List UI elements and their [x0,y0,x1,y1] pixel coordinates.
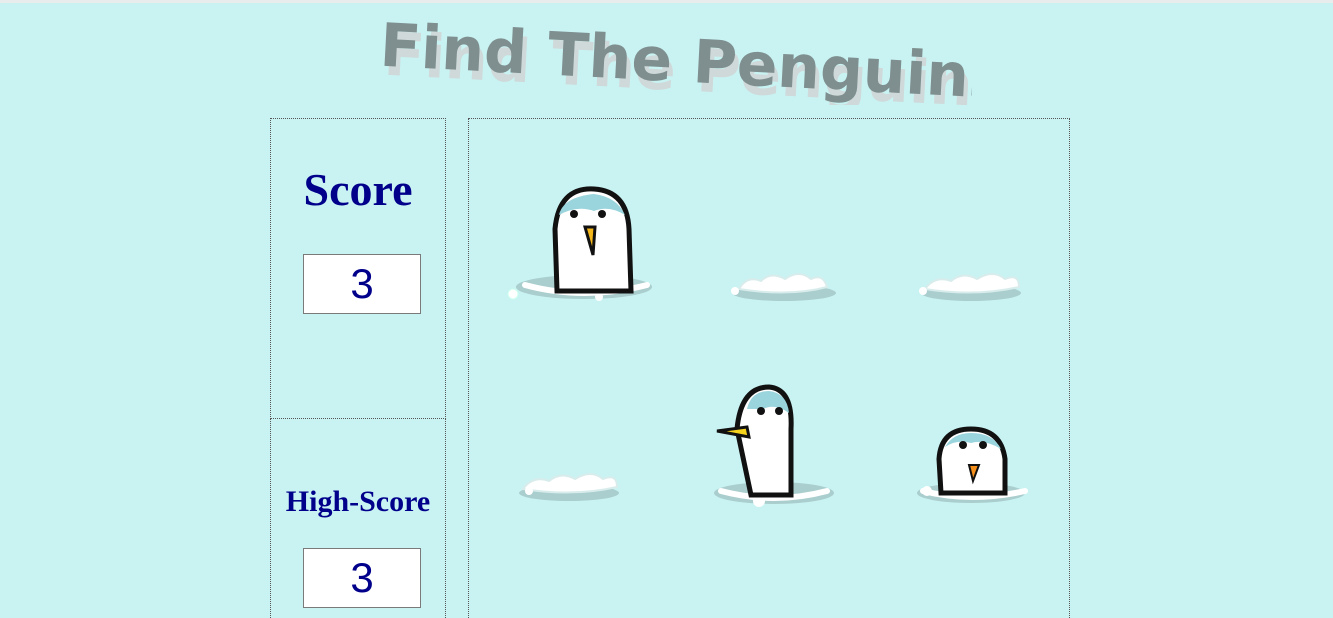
score-value: 3 [303,254,421,314]
high-score-panel: High-Score 3 [270,418,446,618]
high-score-label: High-Score [285,485,431,518]
hole-1-1[interactable] [499,169,669,319]
hole-2-2[interactable] [699,369,869,519]
game-title: Find The Penguins Find The Penguins [372,5,1010,123]
high-score-value: 3 [303,548,421,608]
score-panel: Score 3 [270,118,446,419]
game-board [468,118,1070,618]
hole-2-3[interactable] [901,369,1071,519]
hole-2-1[interactable] [499,369,669,519]
score-label: Score [303,164,413,215]
hole-1-3[interactable] [901,169,1071,319]
hole-1-2[interactable] [699,169,869,319]
